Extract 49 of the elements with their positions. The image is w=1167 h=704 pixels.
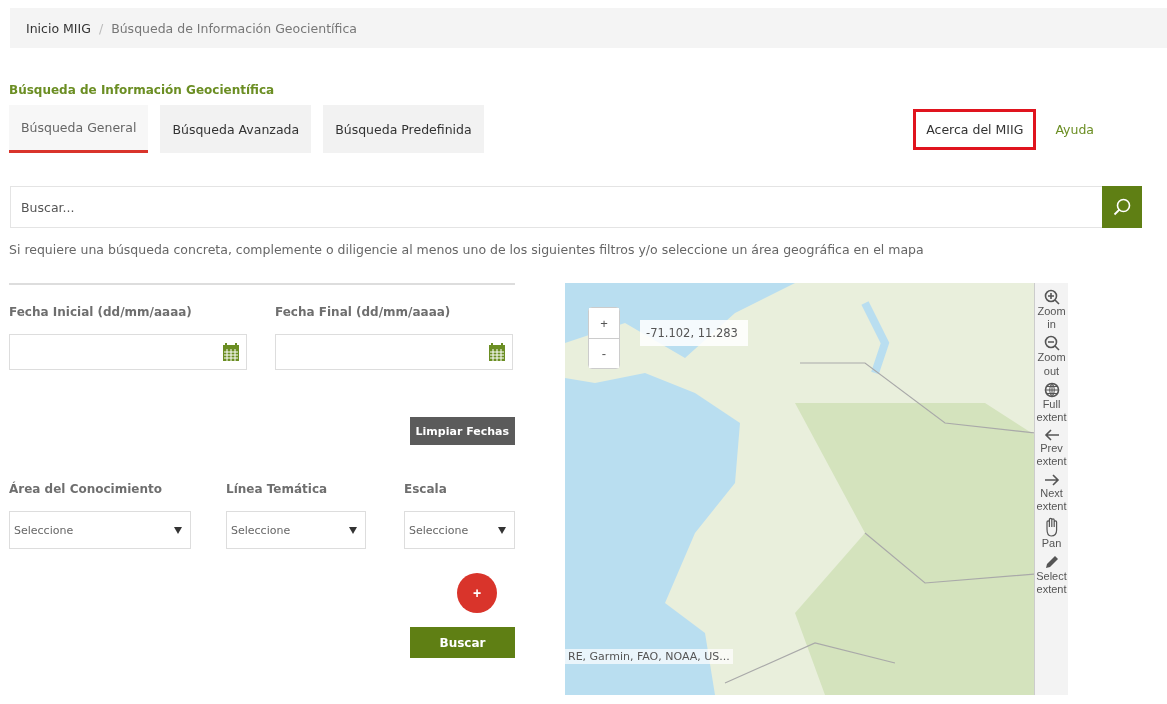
- breadcrumb-current: Búsqueda de Información Geocientífica: [111, 20, 357, 36]
- hand-icon: [1043, 516, 1060, 537]
- map-attribution: RE, Garmin, FAO, NOAA, US...: [565, 649, 733, 664]
- date-field[interactable]: [275, 334, 513, 370]
- caret-icon: [498, 526, 506, 534]
- date-field[interactable]: [9, 334, 247, 370]
- arrow-right-icon: [1043, 472, 1060, 487]
- map-tool-button[interactable]: Zoom in: [1035, 289, 1068, 332]
- search-icon: [1112, 197, 1132, 217]
- calendar-icon: [488, 342, 506, 362]
- caret-icon: [349, 526, 357, 534]
- field-label: Línea Temática: [226, 482, 329, 496]
- clear-dates-button[interactable]: Limpiar Fechas: [409, 417, 515, 445]
- map-tool-button[interactable]: Full extent: [1035, 381, 1068, 425]
- map-tool-button[interactable]: Select extent: [1035, 554, 1068, 597]
- field-label: Escala: [404, 482, 448, 496]
- calendar-icon: [222, 342, 240, 362]
- search-tab[interactable]: Búsqueda General: [9, 105, 149, 153]
- dropdown[interactable]: Seleccione: [9, 511, 191, 549]
- help-text: Si requiere una búsqueda concreta, complemente o diligencie al menos uno de los siguientes filtros y/o seleccione un área geográfica en el mapa: [9, 242, 925, 257]
- map-view[interactable]: + - -71.102, 11.283 RE, Garmin, FAO, NOAA, US... Zoom in Zoom out Full extent Prev extent Next extent Pan Select extent: [565, 283, 1068, 695]
- arrow-left-icon: [1043, 428, 1060, 443]
- search-tab[interactable]: Búsqueda Avanzada: [160, 105, 312, 153]
- page-title: Búsqueda de Información Geocientífica: [9, 83, 276, 97]
- field-label: Fecha Inicial (dd/mm/aaaa): [9, 305, 193, 319]
- search-tab[interactable]: Búsqueda Predefinida: [323, 105, 484, 153]
- globe-icon: [1043, 381, 1060, 398]
- header-link[interactable]: Acerca del MIIG: [913, 108, 1037, 150]
- map-tool-button[interactable]: Zoom out: [1035, 335, 1068, 378]
- map-tool-button[interactable]: Pan: [1035, 516, 1068, 551]
- map-tool-button[interactable]: Prev extent: [1035, 428, 1068, 469]
- coordinates-label: -71.102, 11.283: [640, 320, 748, 346]
- caret-icon: [174, 526, 182, 534]
- search-button[interactable]: [1102, 186, 1142, 228]
- breadcrumb-separator: /: [98, 20, 104, 36]
- add-button[interactable]: +: [457, 573, 497, 613]
- field-label: Fecha Final (dd/mm/aaaa): [275, 305, 452, 319]
- breadcrumb-link[interactable]: Inicio MIIG: [26, 20, 91, 36]
- zoom-in-icon: [1043, 289, 1060, 305]
- dropdown[interactable]: Seleccione: [226, 511, 366, 549]
- search-field[interactable]: Buscar...: [10, 186, 1102, 228]
- search-submit-button[interactable]: Buscar: [410, 627, 515, 658]
- field-label: Área del Conocimiento: [9, 482, 163, 496]
- map-tool-button[interactable]: Next extent: [1035, 472, 1068, 513]
- header-link[interactable]: Ayuda: [1042, 108, 1107, 150]
- zoom-out-button[interactable]: -: [589, 338, 619, 368]
- zoom-out-icon: [1043, 335, 1060, 352]
- dropdown[interactable]: Seleccione: [404, 511, 515, 549]
- pencil-icon: [1043, 554, 1060, 571]
